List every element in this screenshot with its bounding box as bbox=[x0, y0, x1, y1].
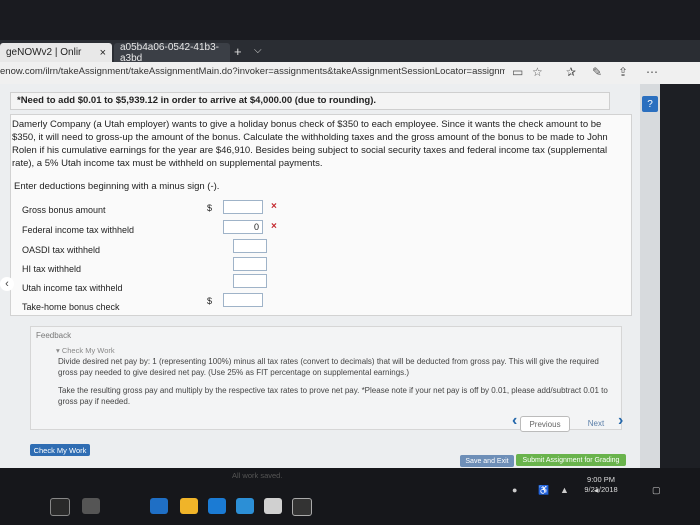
save-and-exit-button[interactable]: Save and Exit bbox=[460, 455, 514, 467]
network-icon[interactable]: ▲ bbox=[560, 485, 569, 495]
store-icon[interactable] bbox=[208, 498, 226, 514]
oasdi-input[interactable] bbox=[233, 239, 267, 253]
share-icon[interactable]: ⇪ bbox=[618, 65, 628, 79]
take-home-input[interactable] bbox=[223, 293, 263, 307]
windows-icon[interactable] bbox=[50, 498, 70, 516]
incorrect-icon: × bbox=[271, 201, 277, 212]
tab-other-label: a05b4a06-0542-41b3-a3bd bbox=[120, 41, 219, 64]
tab-list-icon[interactable]: ⌵ bbox=[254, 45, 262, 56]
favorites-list-icon[interactable]: ✰ bbox=[566, 65, 576, 79]
tab-other[interactable]: a05b4a06-0542-41b3-a3bd bbox=[114, 41, 230, 64]
url-field[interactable]: enow.com/ilrn/takeAssignment/takeAssignm… bbox=[0, 66, 505, 77]
reading-view-icon[interactable]: ▭ bbox=[512, 65, 523, 79]
tab-close-icon[interactable]: × bbox=[100, 47, 106, 59]
clock-time: 9:00 PM bbox=[587, 475, 615, 484]
feedback-text-2: Take the resulting gross pay and multipl… bbox=[58, 386, 608, 406]
people-icon[interactable]: ● bbox=[512, 485, 517, 495]
new-tab-icon[interactable]: + bbox=[234, 44, 242, 59]
previous-chevron-icon[interactable]: ‹ bbox=[512, 412, 517, 430]
clock-date: 9/21/2018 bbox=[584, 485, 618, 494]
submit-assignment-button[interactable]: Submit Assignment for Grading bbox=[516, 454, 626, 466]
monitor-bezel bbox=[0, 0, 700, 40]
feedback-title: Feedback bbox=[36, 331, 72, 340]
feedback-panel bbox=[30, 326, 622, 430]
next-button[interactable]: Next bbox=[574, 416, 618, 430]
problem-text: Damerly Company (a Utah employer) wants … bbox=[12, 119, 608, 169]
file-explorer-icon[interactable] bbox=[180, 498, 198, 514]
accessibility-icon[interactable]: ♿ bbox=[538, 485, 549, 496]
incorrect-icon: × bbox=[271, 221, 277, 232]
browser-tab-bar: geNOWv2 | Onlir × a05b4a06-0542-41b3-a3b… bbox=[0, 40, 700, 64]
dollar-sign: $ bbox=[207, 203, 213, 213]
instruction-text: Enter deductions beginning with a minus … bbox=[14, 181, 220, 192]
app-a-icon[interactable] bbox=[264, 498, 282, 514]
back-arrow-icon[interactable]: ‹ bbox=[0, 277, 14, 291]
row-label-utah: Utah income tax withheld bbox=[22, 283, 123, 293]
rounding-notice: *Need to add $0.01 to $5,939.12 in order… bbox=[10, 92, 610, 110]
screen-edge bbox=[660, 84, 700, 468]
check-my-work-toggle[interactable]: ▾ Check My Work bbox=[56, 346, 115, 355]
save-status: All work saved. bbox=[232, 471, 283, 480]
edge-browser-icon[interactable] bbox=[150, 498, 168, 514]
notifications-icon[interactable]: ▢ bbox=[652, 485, 661, 496]
scrollbar[interactable] bbox=[640, 84, 660, 468]
more-icon[interactable]: ⋯ bbox=[646, 65, 658, 79]
row-label-gross-bonus: Gross bonus amount bbox=[22, 205, 106, 215]
row-label-hi: HI tax withheld bbox=[22, 264, 82, 274]
row-label-oasdi: OASDI tax withheld bbox=[22, 245, 101, 255]
row-label-take-home: Take-home bonus check bbox=[22, 302, 120, 312]
gross-bonus-input[interactable] bbox=[223, 200, 263, 214]
fit-input[interactable] bbox=[223, 220, 263, 234]
calculator-icon[interactable] bbox=[292, 498, 312, 516]
row-label-fit: Federal income tax withheld bbox=[22, 225, 135, 235]
pen-icon[interactable]: ✎ bbox=[592, 65, 602, 79]
previous-button[interactable]: Previous bbox=[520, 416, 570, 432]
feedback-text-1: Divide desired net pay by: 1 (representi… bbox=[58, 357, 599, 377]
utah-input[interactable] bbox=[233, 274, 267, 288]
help-icon[interactable]: ? bbox=[642, 96, 658, 112]
tab-active[interactable]: geNOWv2 | Onlir × bbox=[0, 43, 112, 62]
address-bar: enow.com/ilrn/takeAssignment/takeAssignm… bbox=[0, 62, 700, 85]
next-chevron-icon[interactable]: › bbox=[618, 412, 623, 430]
taskbar-clock[interactable]: 9:00 PM 9/21/2018 bbox=[578, 475, 624, 495]
mail-icon[interactable] bbox=[236, 498, 254, 514]
task-view-icon[interactable] bbox=[82, 498, 100, 514]
tab-active-label: geNOWv2 | Onlir bbox=[6, 47, 82, 58]
dollar-sign: $ bbox=[207, 296, 213, 306]
hi-input[interactable] bbox=[233, 257, 267, 271]
favorite-star-icon[interactable]: ☆ bbox=[532, 65, 543, 79]
check-my-work-button[interactable]: Check My Work bbox=[30, 444, 90, 456]
